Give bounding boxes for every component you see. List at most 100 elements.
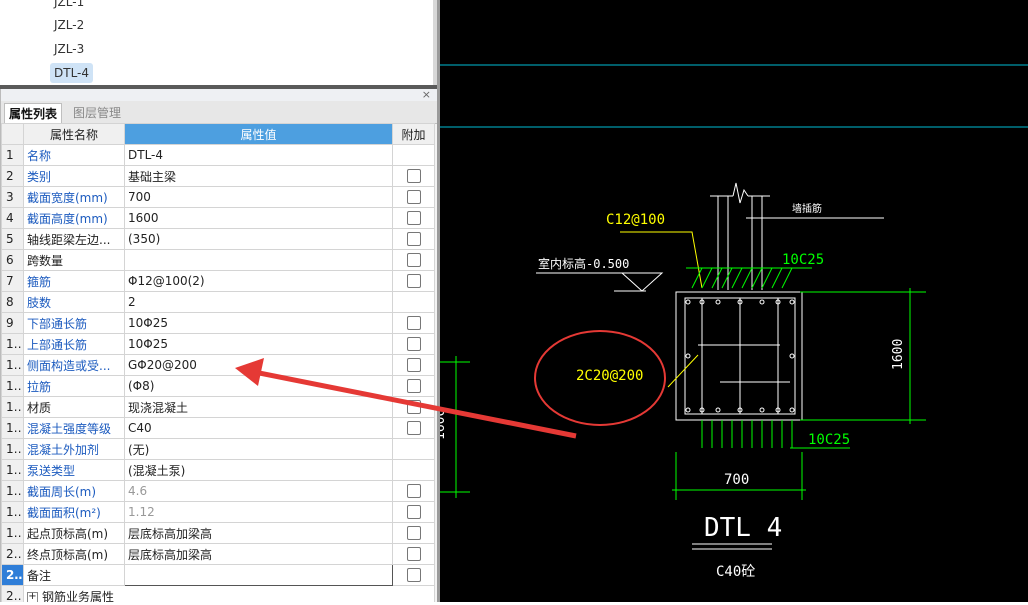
- attach-checkbox[interactable]: [406, 484, 421, 499]
- table-row[interactable]: 4 截面高度(mm) 1600: [1, 207, 435, 229]
- attach-cell: [392, 501, 435, 523]
- table-row[interactable]: 17 截面周长(m) 4.6: [1, 480, 435, 502]
- property-name[interactable]: 混凝土强度等级: [23, 417, 125, 439]
- attach-checkbox[interactable]: [406, 358, 421, 373]
- property-value[interactable]: 2: [124, 291, 393, 313]
- property-value[interactable]: 1.12: [124, 501, 393, 523]
- label-floor-level: 室内标高-0.500: [538, 256, 629, 271]
- close-icon[interactable]: ×: [422, 89, 431, 101]
- property-value[interactable]: 层底标高加梁高: [124, 522, 393, 544]
- property-value[interactable]: 4.6: [124, 480, 393, 502]
- property-value[interactable]: [124, 249, 393, 271]
- property-value[interactable]: GΦ20@200: [124, 354, 393, 376]
- property-name[interactable]: 箍筋: [23, 270, 125, 292]
- table-row[interactable]: 13 材质 现浇混凝土: [1, 396, 435, 418]
- table-row[interactable]: 19 起点顶标高(m) 层底标高加梁高: [1, 522, 435, 544]
- property-value[interactable]: (无): [124, 438, 393, 460]
- table-row[interactable]: 15 混凝土外加剂 (无): [1, 438, 435, 460]
- property-name[interactable]: 上部通长筋: [23, 333, 125, 355]
- property-name[interactable]: 跨数量: [23, 249, 125, 271]
- property-name[interactable]: + 钢筋业务属性: [23, 585, 435, 602]
- table-row[interactable]: 1 名称 DTL-4: [1, 144, 435, 166]
- property-name[interactable]: 下部通长筋: [23, 312, 125, 334]
- table-row[interactable]: 10 上部通长筋 10Φ25: [1, 333, 435, 355]
- property-name[interactable]: 轴线距梁左边...: [23, 228, 125, 250]
- tree-item-dtl-4[interactable]: DTL-4: [50, 63, 94, 83]
- table-row[interactable]: 5 轴线距梁左边... (350): [1, 228, 435, 250]
- property-value[interactable]: 现浇混凝土: [124, 396, 393, 418]
- attach-checkbox[interactable]: [406, 190, 421, 205]
- property-name[interactable]: 材质: [23, 396, 125, 418]
- row-number: 14: [1, 417, 24, 439]
- attach-checkbox[interactable]: [406, 505, 421, 520]
- table-row[interactable]: 16 泵送类型 (混凝土泵): [1, 459, 435, 481]
- property-name[interactable]: 截面宽度(mm): [23, 186, 125, 208]
- tree-item-jzl-2[interactable]: JZL-2: [50, 15, 88, 35]
- property-name[interactable]: 侧面构造或受...: [23, 354, 125, 376]
- table-row[interactable]: 7 箍筋 Φ12@100(2): [1, 270, 435, 292]
- table-row[interactable]: 12 拉筋 (Φ8): [1, 375, 435, 397]
- property-value[interactable]: 层底标高加梁高: [124, 543, 393, 565]
- attach-checkbox[interactable]: [406, 337, 421, 352]
- label-height-dim: 1600: [891, 339, 906, 370]
- property-value[interactable]: 1600: [124, 207, 393, 229]
- label-side-bars: 2C20@200: [576, 368, 643, 384]
- property-value[interactable]: DTL-4: [124, 144, 393, 166]
- cad-drawing-canvas[interactable]: C12@100 墙插筋 室内标高-0.500 10C25 2C20@200 10…: [433, 0, 1028, 602]
- property-name[interactable]: 截面周长(m): [23, 480, 125, 502]
- property-value[interactable]: 10Φ25: [124, 312, 393, 334]
- property-name[interactable]: 类别: [23, 165, 125, 187]
- table-row[interactable]: 11 侧面构造或受... GΦ20@200: [1, 354, 435, 376]
- attach-checkbox[interactable]: [406, 526, 421, 541]
- property-name[interactable]: 截面面积(m²): [23, 501, 125, 523]
- property-name[interactable]: 泵送类型: [23, 459, 125, 481]
- property-name[interactable]: 备注: [23, 564, 125, 586]
- property-name[interactable]: 截面高度(mm): [23, 207, 125, 229]
- attach-checkbox[interactable]: [406, 379, 421, 394]
- table-row[interactable]: 2 类别 基础主梁: [1, 165, 435, 187]
- attach-checkbox[interactable]: [406, 274, 421, 289]
- table-row[interactable]: 22 + 钢筋业务属性: [1, 585, 435, 602]
- property-value[interactable]: (Φ8): [124, 375, 393, 397]
- property-value[interactable]: (混凝土泵): [124, 459, 393, 481]
- table-row[interactable]: 3 截面宽度(mm) 700: [1, 186, 435, 208]
- property-value[interactable]: (350): [124, 228, 393, 250]
- property-name[interactable]: 终点顶标高(m): [23, 543, 125, 565]
- property-value[interactable]: 10Φ25: [124, 333, 393, 355]
- property-name-text: 备注: [27, 568, 52, 583]
- col-header-extra[interactable]: 附加: [392, 123, 435, 145]
- property-name[interactable]: 混凝土外加剂: [23, 438, 125, 460]
- property-value[interactable]: Φ12@100(2): [124, 270, 393, 292]
- attach-checkbox[interactable]: [406, 211, 421, 226]
- attach-checkbox[interactable]: [406, 169, 421, 184]
- attach-checkbox[interactable]: [406, 400, 421, 415]
- table-row[interactable]: 6 跨数量: [1, 249, 435, 271]
- col-header-name[interactable]: 属性名称: [23, 123, 125, 145]
- table-row[interactable]: 18 截面面积(m²) 1.12: [1, 501, 435, 523]
- tab-property-list[interactable]: 属性列表: [4, 103, 63, 124]
- attach-checkbox[interactable]: [406, 232, 421, 247]
- expand-icon[interactable]: +: [27, 591, 38, 602]
- table-row[interactable]: 21 备注: [1, 564, 435, 586]
- property-name[interactable]: 名称: [23, 144, 125, 166]
- property-name[interactable]: 起点顶标高(m): [23, 522, 125, 544]
- tree-item-jzl-1[interactable]: JZL-1: [50, 0, 88, 12]
- property-value[interactable]: C40: [124, 417, 393, 439]
- table-row[interactable]: 8 肢数 2: [1, 291, 435, 313]
- property-value[interactable]: 基础主梁: [124, 165, 393, 187]
- attach-checkbox[interactable]: [406, 547, 421, 562]
- tab-layer-management[interactable]: 图层管理: [69, 103, 125, 123]
- attach-checkbox[interactable]: [406, 253, 421, 268]
- attach-checkbox[interactable]: [406, 316, 421, 331]
- tree-item-jzl-3[interactable]: JZL-3: [50, 39, 88, 59]
- col-header-value[interactable]: 属性值: [124, 123, 393, 145]
- property-name[interactable]: 肢数: [23, 291, 125, 313]
- property-value[interactable]: 700: [124, 186, 393, 208]
- table-row[interactable]: 9 下部通长筋 10Φ25: [1, 312, 435, 334]
- table-row[interactable]: 20 终点顶标高(m) 层底标高加梁高: [1, 543, 435, 565]
- property-name[interactable]: 拉筋: [23, 375, 125, 397]
- property-value[interactable]: [124, 564, 393, 586]
- attach-checkbox[interactable]: [406, 568, 421, 583]
- table-row[interactable]: 14 混凝土强度等级 C40: [1, 417, 435, 439]
- attach-checkbox[interactable]: [406, 421, 421, 436]
